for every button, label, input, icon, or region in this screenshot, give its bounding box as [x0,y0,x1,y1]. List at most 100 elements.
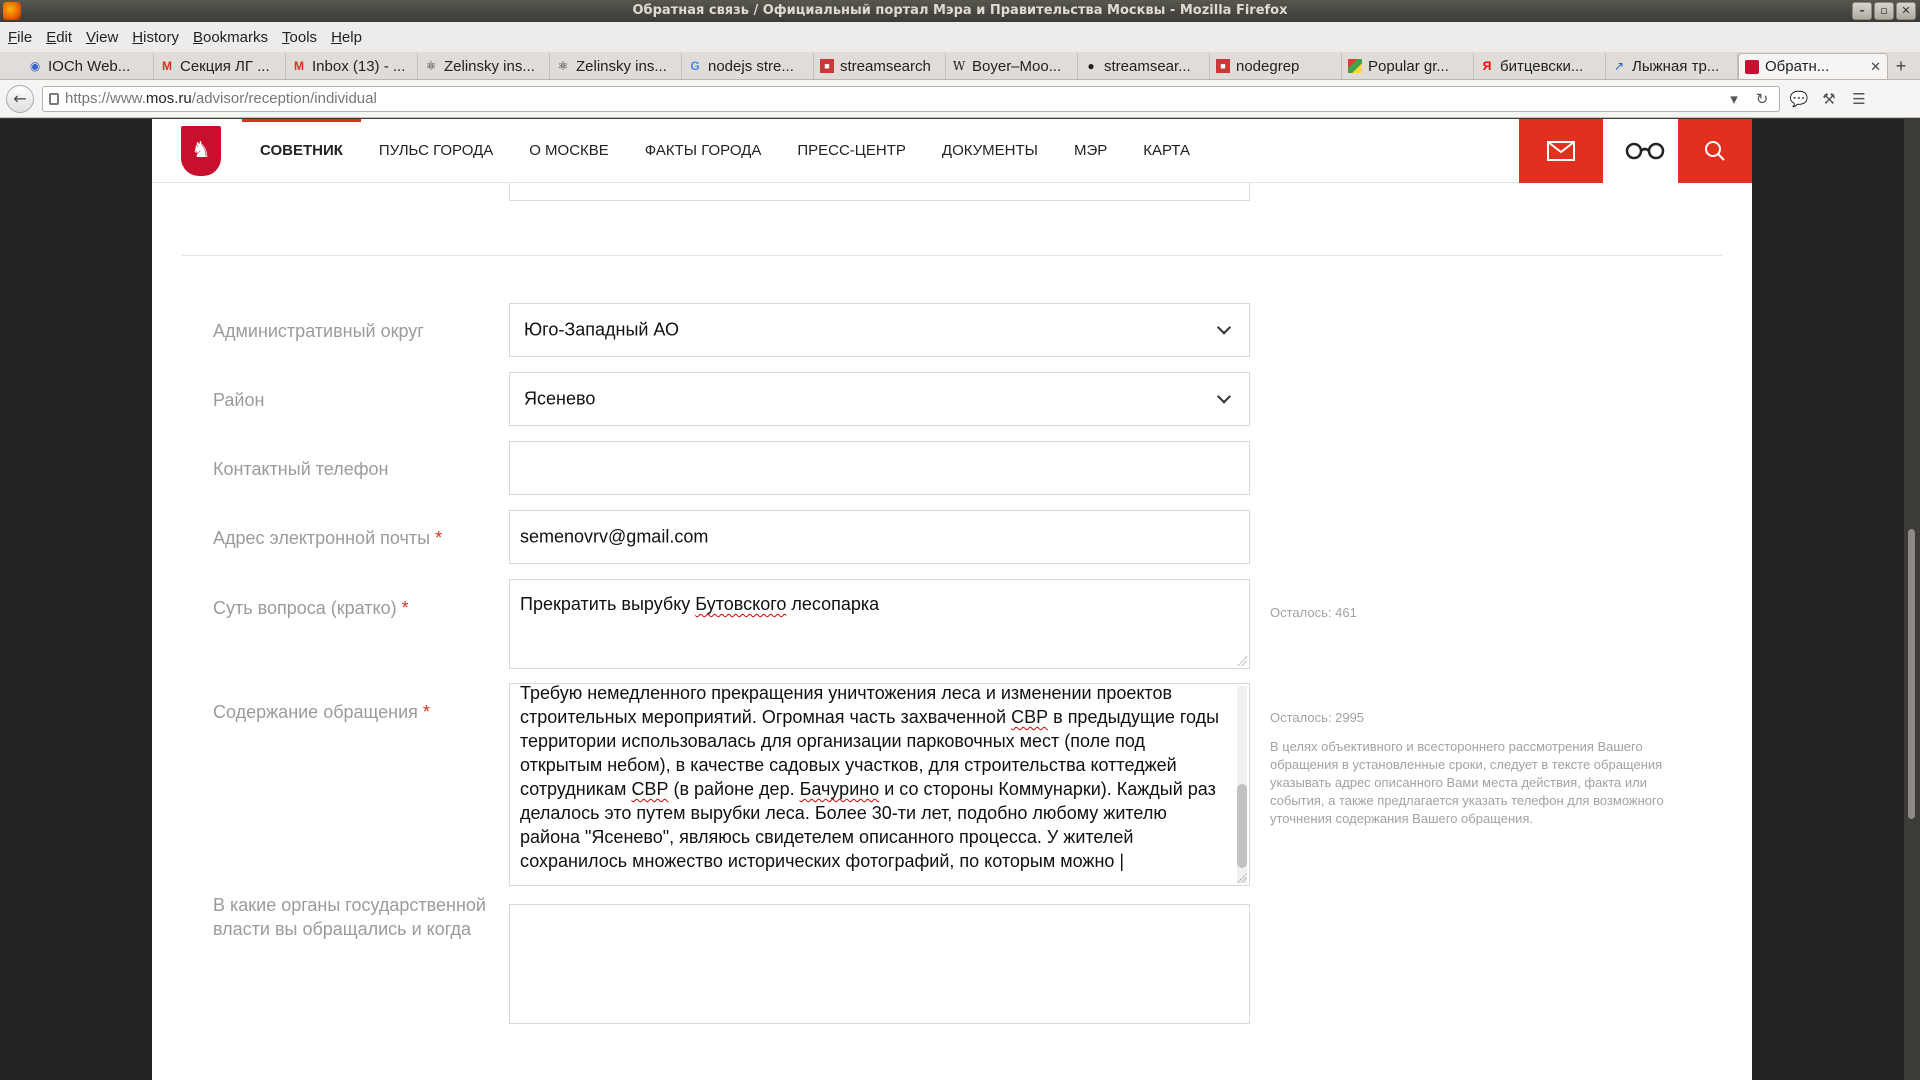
tab-ioch[interactable]: ◉ IOCh Web... [22,53,154,79]
tab-streamsearch-github[interactable]: ● streamsear... [1078,53,1210,79]
nav-about-moscow[interactable]: О МОСКВЕ [511,119,627,183]
phone-label: Контактный телефон [213,459,389,479]
resize-grip-icon[interactable] [1237,656,1247,666]
hamburger-menu-icon[interactable]: ☰ [1848,90,1870,108]
new-tab-button[interactable]: + [1888,53,1914,79]
atom-icon: ⚛ [557,59,569,73]
prior-appeals-label: В какие органы государственной власти вы… [213,895,486,939]
tab-gmail-section[interactable]: M Секция ЛГ ... [154,53,286,79]
dropdown-arrow-icon[interactable]: ▾ [1723,90,1745,108]
content-label: Содержание обращения * [213,700,430,724]
required-asterisk: * [422,702,430,722]
menu-bar: File Edit View History Bookmarks Tools H… [0,22,1920,52]
email-label: Адрес электронной почты * [213,526,442,550]
tab-feedback-active[interactable]: Обратн... ✕ [1738,53,1888,79]
district-label: Административный округ [213,321,424,341]
tab-zelinsky-2[interactable]: ⚛ Zelinsky ins... [550,53,682,79]
site-header: ♞ СОВЕТНИК ПУЛЬС ГОРОДА О МОСКВЕ ФАКТЫ Г… [152,119,1752,183]
glasses-icon [1625,142,1665,160]
eye-icon: ◉ [29,59,41,73]
required-asterisk: * [401,598,409,618]
url-bar[interactable]: https://www.mos.ru/advisor/reception/ind… [42,85,1780,112]
subject-label-text: Суть вопроса (кратко) [213,598,397,618]
menu-history[interactable]: History [128,29,189,46]
menu-view[interactable]: View [82,29,128,46]
mail-button[interactable] [1519,119,1603,183]
window-controls: – ▫ ✕ [1852,2,1916,20]
reload-icon[interactable]: ↻ [1751,90,1773,108]
yandex-icon: Я [1482,59,1492,73]
phone-input[interactable] [509,441,1250,495]
tab-gmail-inbox[interactable]: M Inbox (13) - ... [286,53,418,79]
flag-icon [1348,59,1362,73]
url-path: /advisor/reception/individual [191,90,377,107]
tab-ski-track[interactable]: ↗ Лыжная тр... [1606,53,1738,79]
resize-grip-icon[interactable] [1237,873,1247,883]
menu-file[interactable]: File [4,29,42,46]
prior-appeals-textarea[interactable] [509,904,1250,1024]
google-icon: G [690,59,700,73]
feedback-form: Административный округ Юго-Западный АО Р… [152,183,1752,1080]
atom-icon: ⚛ [425,59,437,73]
district-select[interactable]: Юго-Западный АО [509,303,1250,357]
nav-press-center[interactable]: ПРЕСС-ЦЕНТР [779,119,924,183]
subject-label: Суть вопроса (кратко) * [213,596,409,620]
chat-icon[interactable]: 💬 [1788,90,1810,108]
email-input[interactable]: semenovrv@gmail.com [509,510,1250,564]
area-select[interactable]: Ясенево [509,372,1250,426]
menu-help[interactable]: Help [327,29,372,46]
tab-boyer-moore[interactable]: W Boyer–Moo... [946,53,1078,79]
search-button[interactable] [1678,119,1752,183]
restore-button[interactable]: ▫ [1874,2,1894,20]
menu-tools[interactable]: Tools [278,29,327,46]
content-textarea[interactable]: Требую немедленного прекращения уничтоже… [509,683,1250,886]
nav-city-facts[interactable]: ФАКТЫ ГОРОДА [627,119,780,183]
tab-nodegrep[interactable]: ■ nodegrep [1210,53,1342,79]
ski-icon: ↗ [1613,59,1625,73]
tab-zelinsky-1[interactable]: ⚛ Zelinsky ins... [418,53,550,79]
subject-text: Прекратить вырубку Бутовского лесопарка [520,594,880,614]
district-value: Юго-Западный АО [524,319,680,340]
tab-popular[interactable]: Popular gr... [1342,53,1474,79]
gmail-icon: M [162,59,172,73]
subject-textarea[interactable]: Прекратить вырубку Бутовского лесопарка [509,579,1250,669]
email-value: semenovrv@gmail.com [520,526,709,547]
nav-advisor[interactable]: СОВЕТНИК [242,119,361,183]
tab-streamsearch-npm[interactable]: ■ streamsearch [814,53,946,79]
menu-edit[interactable]: Edit [42,29,82,46]
tab-nodejs-stream[interactable]: Gnodejs stre... [682,53,814,79]
search-icon [1705,141,1725,161]
page-viewport: ♞ СОВЕТНИК ПУЛЬС ГОРОДА О МОСКВЕ ФАКТЫ Г… [0,119,1920,1080]
chevron-down-icon [1216,389,1232,404]
textarea-scroll-thumb[interactable] [1237,784,1247,868]
tools-icon[interactable]: ⚒ [1818,90,1840,108]
lock-icon [49,92,59,105]
url-prefix: https://www. [65,90,146,107]
npm-icon: ■ [1216,59,1230,73]
accessibility-button[interactable] [1603,119,1687,183]
tab-bitsa[interactable]: Ябитцевски... [1474,53,1606,79]
content-label-text: Содержание обращения [213,702,418,722]
moscow-coat-of-arms-logo[interactable]: ♞ [181,126,221,176]
minimize-button[interactable]: – [1852,2,1872,20]
close-window-button[interactable]: ✕ [1896,2,1916,20]
nav-mayor[interactable]: МЭР [1056,119,1125,183]
nav-documents[interactable]: ДОКУМЕНТЫ [924,119,1056,183]
window-titlebar: Обратная связь / Официальный портал Мэра… [0,0,1920,22]
close-tab-icon[interactable]: ✕ [1870,59,1881,75]
wikipedia-icon: W [952,59,966,73]
url-text: https://www.mos.ru/advisor/reception/ind… [65,90,377,107]
moscow-icon [1745,59,1759,74]
gmail-icon: M [294,59,304,73]
tab-strip: ◉ IOCh Web... M Секция ЛГ ... M Inbox (13) … [0,52,1920,80]
firefox-icon [3,2,21,20]
menu-bookmarks[interactable]: Bookmarks [189,29,278,46]
content-hint: В целях объективного и всестороннего рас… [1270,739,1664,826]
back-button[interactable]: ← [6,84,34,113]
nav-map[interactable]: КАРТА [1125,119,1208,183]
navigation-toolbar: ← https://www.mos.ru/advisor/reception/i… [0,80,1920,118]
area-value: Ясенево [524,388,596,409]
page-scroll-thumb[interactable] [1908,529,1915,819]
nav-city-pulse[interactable]: ПУЛЬС ГОРОДА [361,119,511,183]
chevron-down-icon [1216,320,1232,335]
